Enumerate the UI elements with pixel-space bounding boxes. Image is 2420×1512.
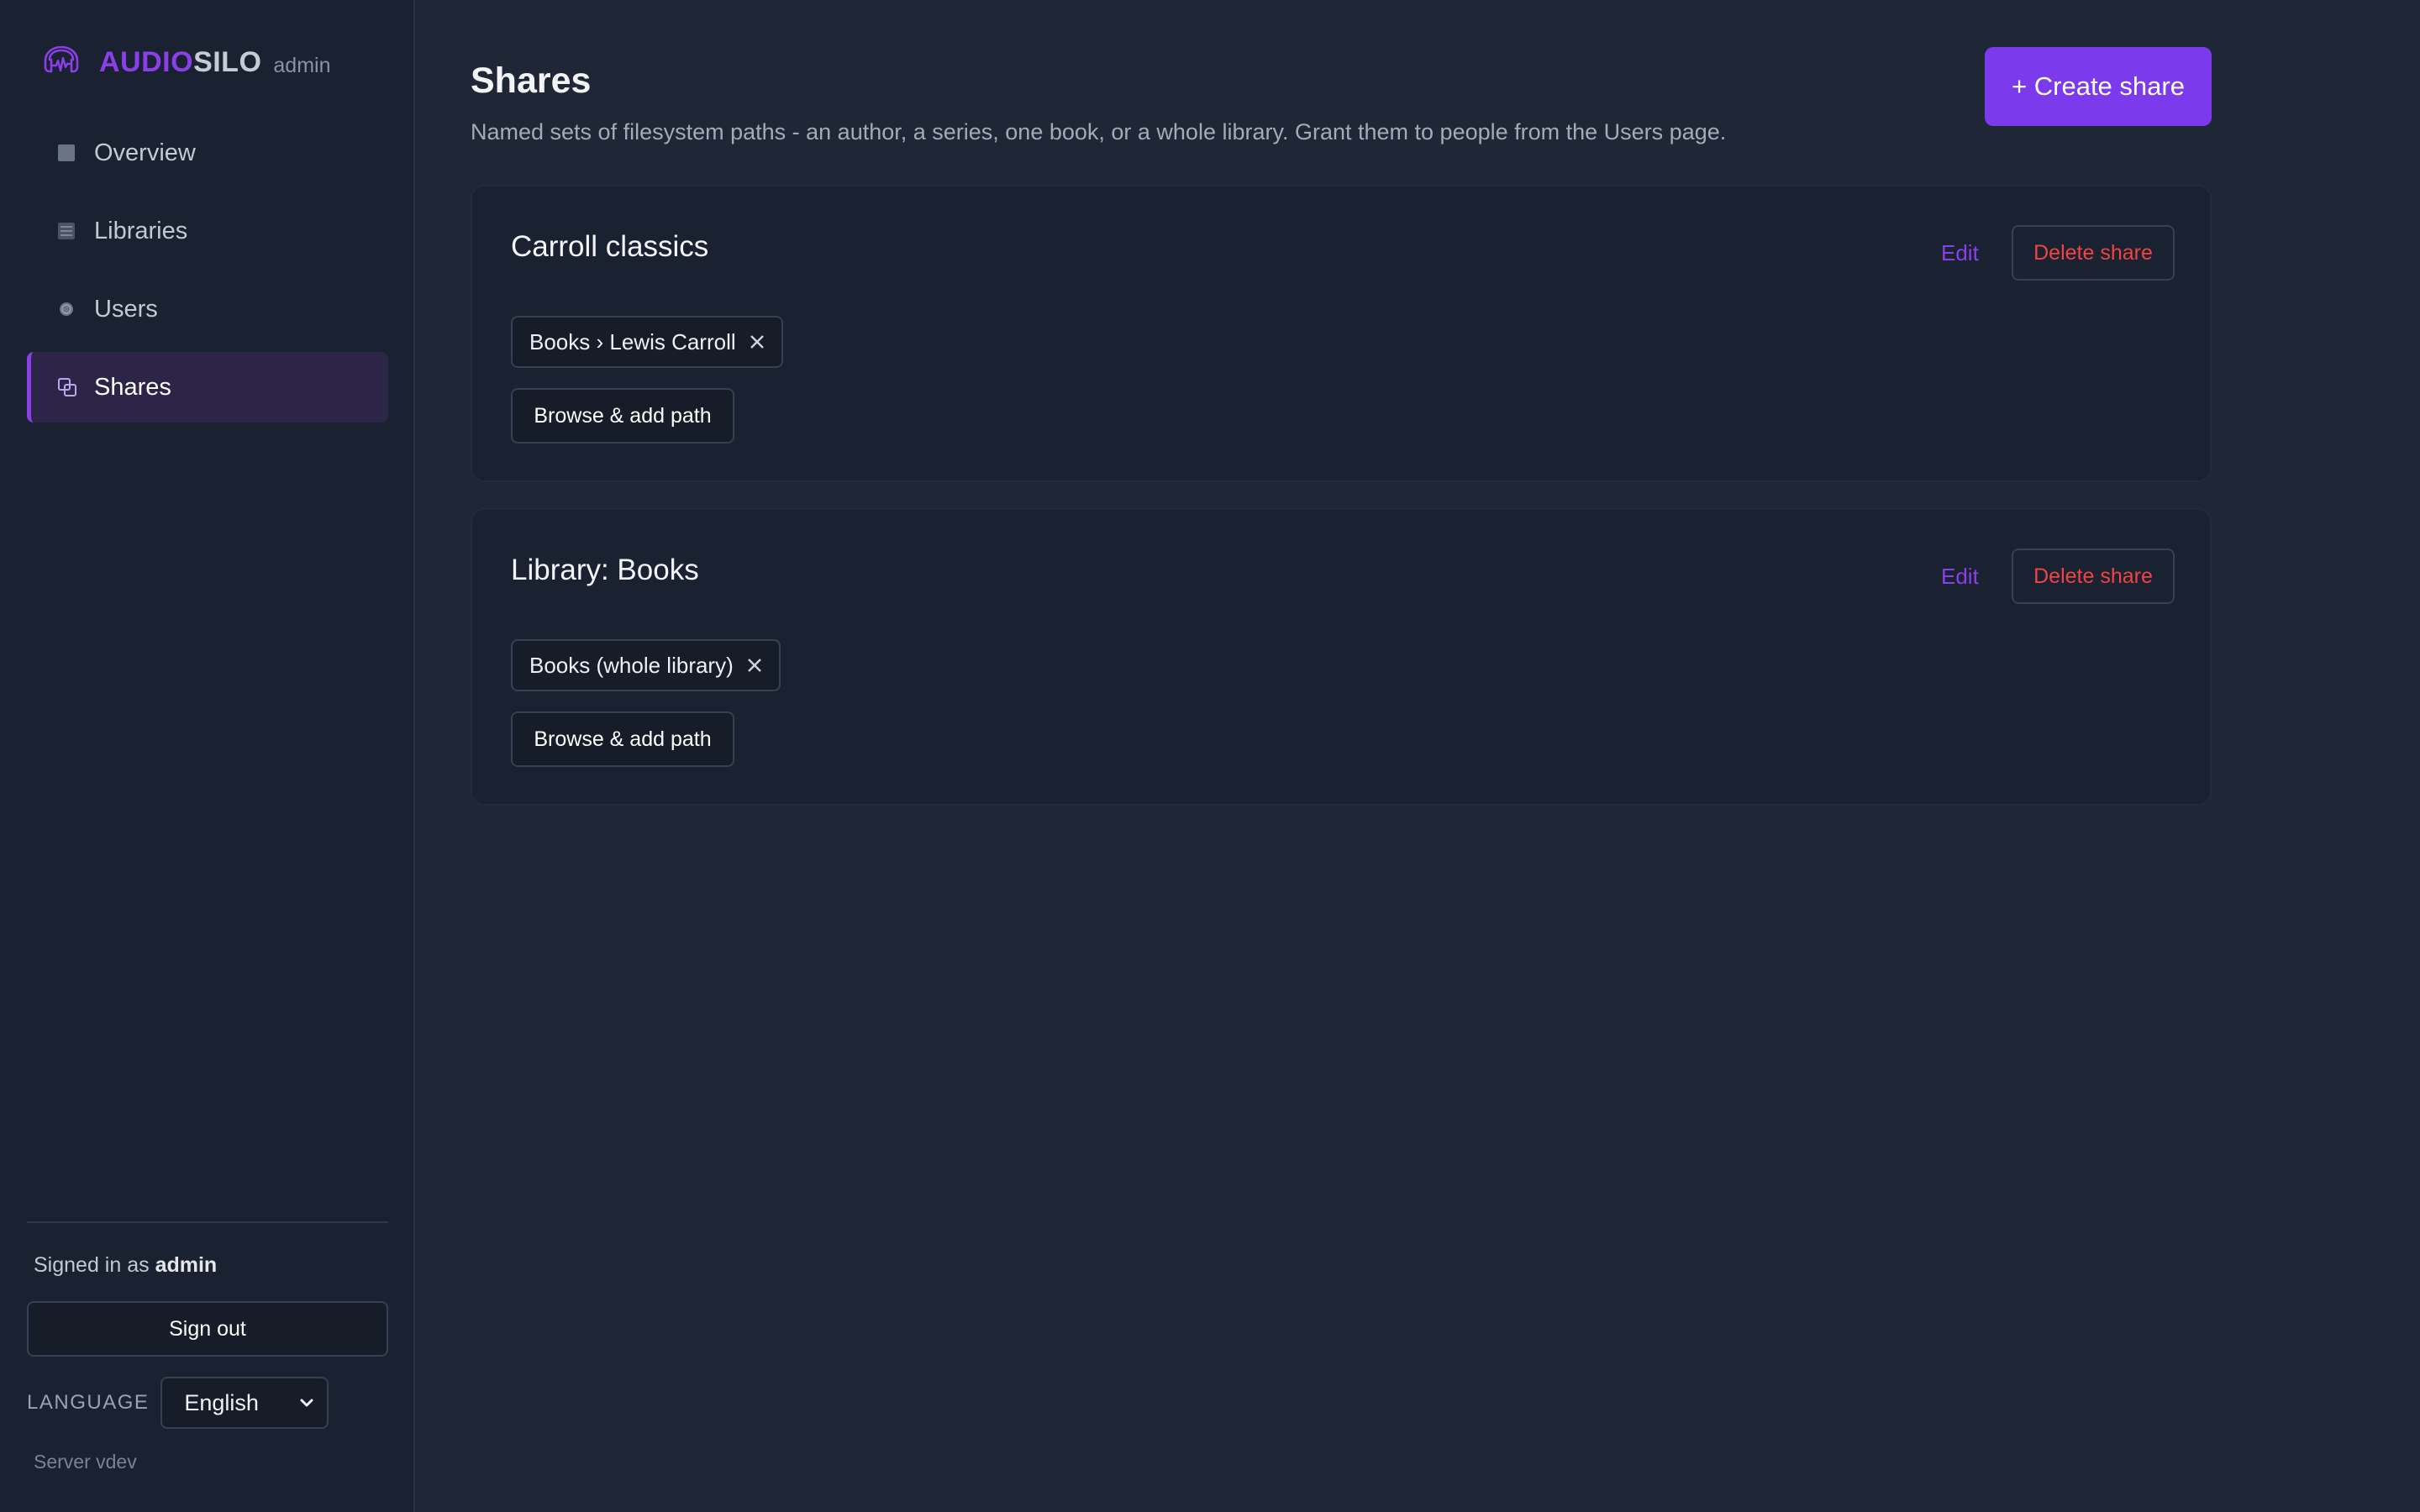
- browse-add-path-button[interactable]: Browse & add path: [511, 388, 734, 444]
- language-select[interactable]: English: [160, 1377, 329, 1429]
- audiosilo-logo-icon: [44, 45, 79, 73]
- sidebar-item-label: Libraries: [94, 217, 188, 244]
- brand-name: AUDIOSILO: [99, 45, 262, 78]
- language-row: LANGUAGE English: [27, 1377, 388, 1429]
- browse-add-path-button[interactable]: Browse & add path: [511, 711, 734, 767]
- sidebar-item-shares[interactable]: Shares: [27, 352, 388, 423]
- page-title: Shares: [471, 60, 592, 101]
- path-chip-label: Books (whole library): [529, 652, 734, 678]
- sidebar-item-overview[interactable]: Overview: [27, 118, 388, 188]
- divider: [27, 1221, 388, 1223]
- sidebar-item-users[interactable]: Users: [27, 274, 388, 344]
- share-card: Carroll classics Edit Delete share Books…: [471, 185, 2212, 482]
- chevron-down-icon: [300, 1399, 313, 1407]
- delete-share-button[interactable]: Delete share: [2012, 549, 2175, 604]
- user-dot-icon: [57, 300, 94, 318]
- sidebar-item-label: Overview: [94, 139, 196, 166]
- sidebar-footer: Signed in as admin Sign out LANGUAGE Eng…: [27, 1221, 388, 1473]
- share-card: Library: Books Edit Delete share Books (…: [471, 508, 2212, 806]
- path-chip-label: Books › Lewis Carroll: [529, 328, 736, 354]
- share-name: Carroll classics: [511, 230, 709, 263]
- share-icon: [57, 377, 94, 397]
- brand-role: admin: [273, 53, 331, 77]
- share-name: Library: Books: [511, 554, 699, 586]
- edit-share-button[interactable]: Edit: [1941, 240, 1979, 266]
- square-icon: [57, 144, 94, 162]
- language-label: LANGUAGE: [27, 1391, 150, 1414]
- signed-in-user: admin: [155, 1253, 218, 1277]
- sidebar-item-label: Users: [94, 295, 158, 323]
- delete-share-button[interactable]: Delete share: [2012, 225, 2175, 281]
- sign-out-button[interactable]: Sign out: [27, 1301, 388, 1357]
- create-share-button[interactable]: + Create share: [1985, 47, 2212, 126]
- list-icon: [57, 222, 94, 240]
- sidebar: AUDIOSILO admin Overview Libraries Users: [0, 0, 415, 1512]
- server-version: Server vdev: [34, 1451, 137, 1473]
- path-chip: Books (whole library): [511, 639, 781, 691]
- page-subtitle: Named sets of filesystem paths - an auth…: [471, 119, 1727, 144]
- signed-in-text: Signed in as admin: [34, 1253, 218, 1277]
- close-icon[interactable]: [745, 656, 764, 675]
- language-value: English: [184, 1389, 259, 1415]
- edit-share-button[interactable]: Edit: [1941, 564, 1979, 590]
- sidebar-nav: Overview Libraries Users Shares: [27, 118, 388, 430]
- path-chip: Books › Lewis Carroll: [511, 316, 783, 368]
- sidebar-item-libraries[interactable]: Libraries: [27, 196, 388, 266]
- close-icon[interactable]: [748, 333, 766, 351]
- sidebar-item-label: Shares: [94, 373, 171, 401]
- brand[interactable]: AUDIOSILO admin: [40, 42, 331, 82]
